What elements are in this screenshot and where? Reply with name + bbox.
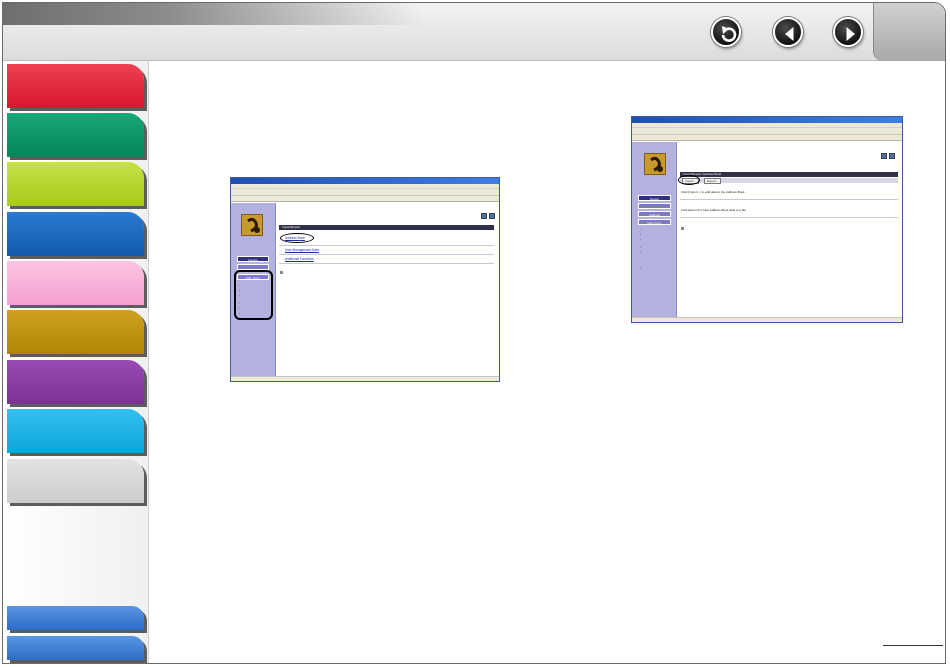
callout-oval bbox=[280, 233, 314, 243]
chapter-tabs bbox=[3, 61, 149, 663]
return-arrow-icon bbox=[721, 26, 737, 42]
device-button[interactable]: Device bbox=[237, 256, 269, 262]
page-top-marker bbox=[681, 227, 684, 230]
divider bbox=[680, 217, 898, 218]
export-description: Click [Export] to save Address Book data… bbox=[681, 208, 747, 212]
top-page-icon[interactable] bbox=[889, 153, 895, 159]
right-triangle-icon bbox=[846, 27, 855, 41]
chapter-tab-lime[interactable] bbox=[7, 162, 144, 206]
status-bar bbox=[231, 376, 499, 381]
add-func-button[interactable]: Add. Func. bbox=[638, 219, 671, 225]
next-page-button[interactable] bbox=[833, 17, 863, 47]
side-link-1[interactable]: • bbox=[640, 228, 641, 231]
browser-screenshot-import-export: Device Add. Func. • • • • • • Import/Exp… bbox=[230, 177, 500, 382]
page-content: Device Add. Func. • • • • • • Import/Exp… bbox=[231, 203, 499, 376]
divider bbox=[279, 263, 494, 264]
header-stripe bbox=[3, 3, 423, 25]
address-bar bbox=[632, 135, 902, 141]
section-heading: Import/Export bbox=[279, 225, 494, 230]
top-contents-tab[interactable] bbox=[873, 3, 945, 61]
remote-ui-logo bbox=[644, 153, 666, 175]
section-heading: Import/Export: Address Book bbox=[680, 172, 898, 177]
header-bar bbox=[3, 3, 945, 61]
footer-rule bbox=[883, 645, 943, 646]
bottom-tab-1[interactable] bbox=[7, 606, 144, 630]
remote-ui-logo-icon bbox=[247, 217, 260, 233]
side-link-5[interactable]: • bbox=[640, 251, 641, 254]
left-triangle-icon bbox=[785, 27, 794, 41]
side-menu: Device Add. Func. • • • • • • bbox=[231, 203, 276, 376]
link-user-management[interactable]: User Management Data bbox=[285, 248, 319, 252]
device-button[interactable]: Device bbox=[638, 195, 671, 201]
back-button[interactable] bbox=[711, 17, 741, 47]
page-content: Device Address Add. Func. • • • • • • Im… bbox=[632, 142, 902, 317]
browser-screenshot-address-book: Device Address Add. Func. • • • • • • Im… bbox=[631, 116, 903, 323]
chapter-tab-blue[interactable] bbox=[7, 212, 144, 256]
address-bar bbox=[231, 196, 499, 202]
bottom-tab-2[interactable] bbox=[7, 636, 144, 660]
remote-ui-logo-icon bbox=[650, 156, 663, 172]
help-icon[interactable] bbox=[481, 213, 487, 219]
divider bbox=[680, 199, 898, 200]
export-button[interactable]: Export... bbox=[704, 178, 722, 184]
side-link-6[interactable]: • bbox=[640, 267, 641, 270]
toolbar bbox=[632, 128, 902, 135]
divider bbox=[279, 245, 494, 246]
link-additional-functions[interactable]: Additional Functions bbox=[285, 257, 314, 261]
side-link-4[interactable]: • bbox=[640, 246, 641, 249]
divider bbox=[279, 254, 494, 255]
chapter-tab-purple[interactable] bbox=[7, 360, 144, 404]
toolbar bbox=[231, 189, 499, 196]
job-status-button[interactable] bbox=[638, 203, 671, 209]
page-top-marker bbox=[280, 271, 283, 274]
side-menu: Device Address Add. Func. • • • • • • bbox=[632, 142, 677, 317]
chapter-tab-cyan[interactable] bbox=[7, 409, 144, 453]
chapter-tab-gray[interactable] bbox=[7, 459, 144, 503]
previous-page-button[interactable] bbox=[773, 17, 803, 47]
top-page-icon[interactable] bbox=[489, 213, 495, 219]
chapter-tab-green[interactable] bbox=[7, 113, 144, 157]
side-link-3[interactable]: • bbox=[640, 238, 641, 241]
page-frame: Device Add. Func. • • • • • • Import/Exp… bbox=[2, 2, 946, 664]
chapter-tab-gold[interactable] bbox=[7, 310, 144, 354]
callout-oval bbox=[678, 175, 700, 185]
import-description: Click [Import...] to add data to the Add… bbox=[681, 190, 746, 194]
status-bar bbox=[632, 317, 902, 322]
remote-ui-logo bbox=[241, 214, 263, 236]
side-link-2[interactable]: • bbox=[640, 233, 641, 236]
chapter-tab-red[interactable] bbox=[7, 64, 144, 108]
help-icon[interactable] bbox=[881, 153, 887, 159]
callout-highlight bbox=[234, 270, 273, 320]
chapter-tab-pink[interactable] bbox=[7, 261, 144, 305]
address-button[interactable]: Address bbox=[638, 211, 671, 217]
